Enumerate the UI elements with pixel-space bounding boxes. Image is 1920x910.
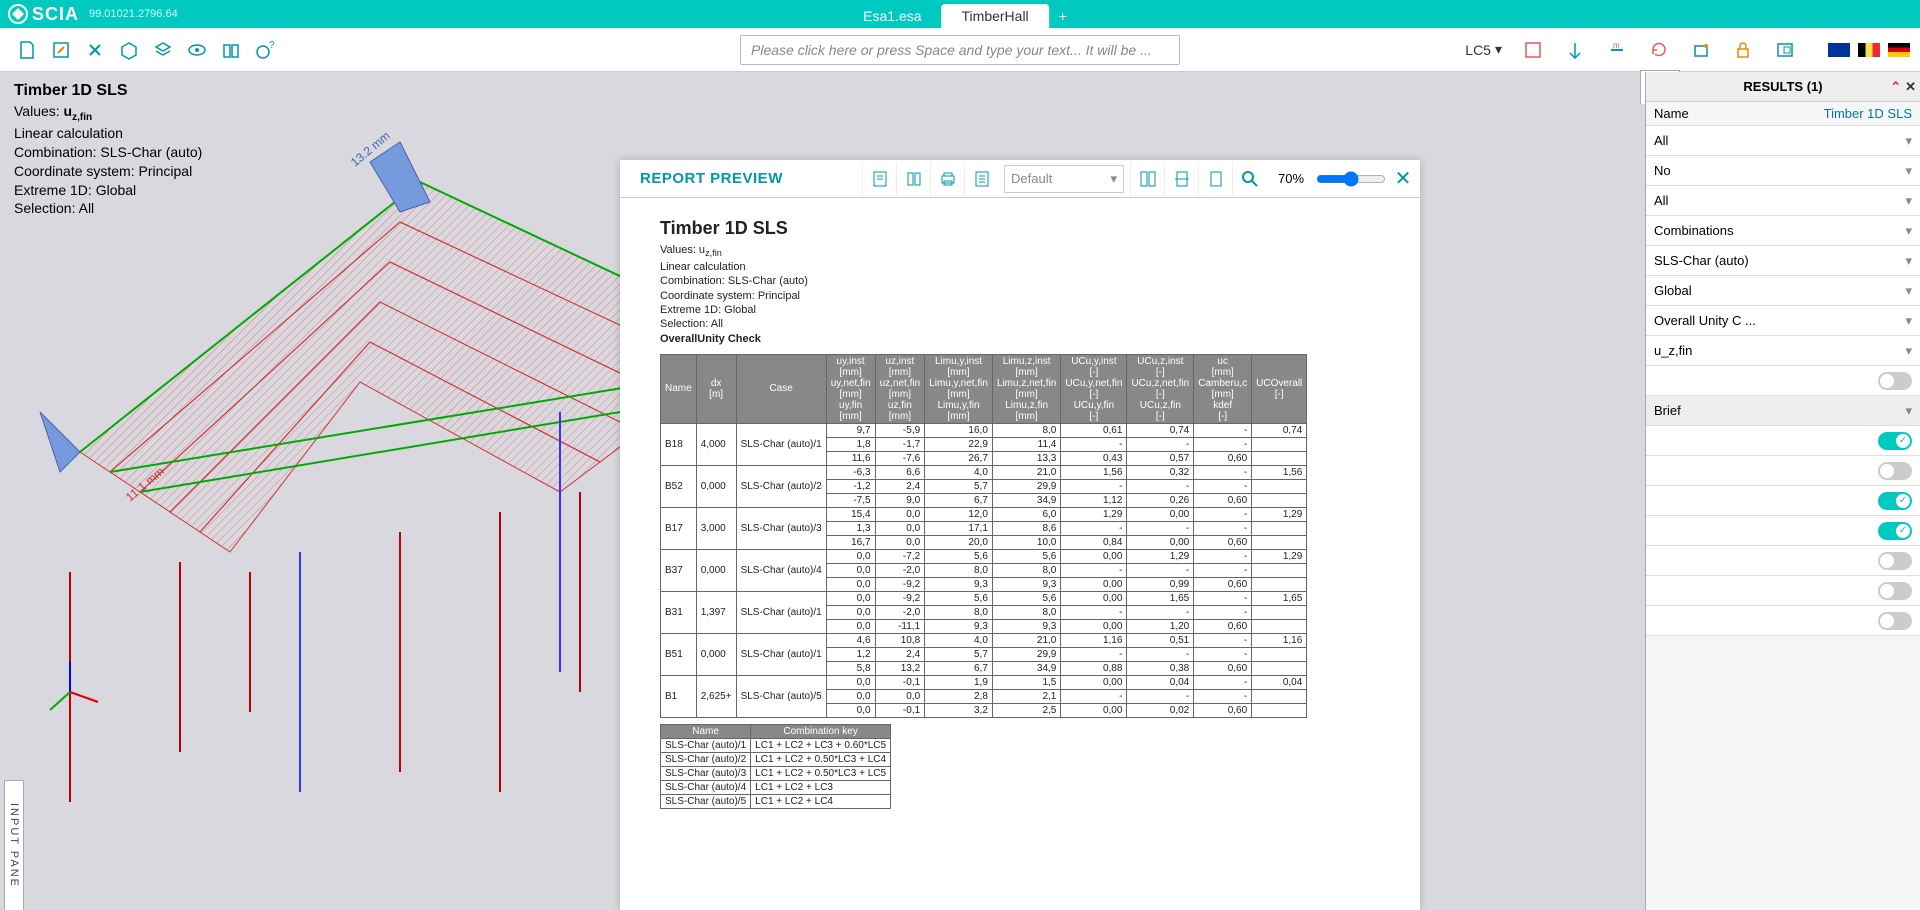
results-header: RESULTS (1) ⌃✕	[1646, 72, 1920, 102]
page-fit-icon[interactable]	[1198, 162, 1232, 196]
box-icon[interactable]	[112, 33, 146, 67]
toggle[interactable]	[1878, 462, 1912, 480]
toggle[interactable]	[1878, 492, 1912, 510]
property-row[interactable]: All▾	[1646, 126, 1920, 156]
combo-table: NameCombination keySLS-Char (auto)/1LC1 …	[660, 724, 891, 809]
toggle[interactable]	[1878, 372, 1912, 390]
property-row[interactable]	[1646, 516, 1920, 546]
property-row[interactable]: Overall Unity C ...▾	[1646, 306, 1920, 336]
overlay-info: Timber 1D SLS Values: uz,fin Linear calc…	[14, 80, 202, 218]
svg-text:m: m	[1613, 41, 1620, 50]
panel-close-icon[interactable]: ✕	[1905, 79, 1916, 95]
close-icon[interactable]: ✕	[1386, 166, 1420, 191]
zoom-icon[interactable]	[1232, 162, 1266, 196]
report-icon-2[interactable]	[896, 162, 930, 196]
property-row[interactable]	[1646, 486, 1920, 516]
overlay-title: Timber 1D SLS	[14, 80, 202, 102]
layers-icon[interactable]	[146, 33, 180, 67]
tools-icon[interactable]	[78, 33, 112, 67]
results-table: Namedx[m]Caseuy,inst[mm]uy,net,fin[mm]uy…	[660, 354, 1307, 718]
flag-eu[interactable]	[1828, 43, 1850, 57]
app-logo: SCIA	[8, 4, 79, 25]
tab-timberhall[interactable]: TimberHall	[942, 4, 1049, 28]
zoom-slider[interactable]	[1316, 171, 1386, 187]
toggle[interactable]	[1878, 552, 1912, 570]
property-row[interactable]	[1646, 546, 1920, 576]
input-panel-tab[interactable]: INPUT PANE	[4, 780, 24, 910]
toggle[interactable]	[1878, 522, 1912, 540]
help-icon[interactable]: ?	[248, 33, 282, 67]
property-row[interactable]: Brief▾	[1646, 396, 1920, 426]
results-name-row: Name Timber 1D SLS	[1646, 102, 1920, 126]
toggle[interactable]	[1878, 612, 1912, 630]
tab-esa1[interactable]: Esa1.esa	[843, 4, 941, 28]
title-bar: SCIA 99.01021.2796.64 Esa1.esa TimberHal…	[0, 0, 1920, 28]
layout-icon[interactable]	[1130, 162, 1164, 196]
property-row[interactable]: No▾	[1646, 156, 1920, 186]
property-row[interactable]: SLS-Char (auto)▾	[1646, 246, 1920, 276]
doc-title: Timber 1D SLS	[660, 218, 1380, 239]
report-icon-4[interactable]	[964, 162, 998, 196]
tab-add[interactable]: +	[1049, 4, 1077, 28]
toggle[interactable]	[1878, 582, 1912, 600]
property-row[interactable]	[1646, 456, 1920, 486]
property-row[interactable]: Combinations▾	[1646, 216, 1920, 246]
main-toolbar: ? Please click here or press Space and t…	[0, 28, 1920, 72]
new-file-icon[interactable]	[10, 33, 44, 67]
property-row[interactable]	[1646, 366, 1920, 396]
page-width-icon[interactable]	[1164, 162, 1198, 196]
app-version: 99.01021.2796.64	[89, 8, 178, 20]
flag-de[interactable]	[1888, 43, 1910, 57]
tb-icon-3[interactable]: m	[1600, 33, 1634, 67]
property-row[interactable]: All▾	[1646, 186, 1920, 216]
collapse-icon[interactable]: ⌃	[1890, 79, 1901, 95]
edit-icon[interactable]	[44, 33, 78, 67]
tb-icon-2[interactable]	[1558, 33, 1592, 67]
tb-icon-7[interactable]	[1768, 33, 1802, 67]
print-icon[interactable]	[930, 162, 964, 196]
property-row[interactable]: u_z,fin▾	[1646, 336, 1920, 366]
results-panel: RESULTS (1) ⌃✕ Name Timber 1D SLS All▾No…	[1645, 72, 1920, 910]
toggle[interactable]	[1878, 432, 1912, 450]
report-preview-panel: REPORT PREVIEW Default▾ 70% ✕ Timber 1D …	[620, 160, 1420, 910]
flag-be[interactable]	[1858, 43, 1880, 57]
report-title: REPORT PREVIEW	[620, 170, 803, 187]
refresh-icon[interactable]	[1642, 33, 1676, 67]
tb-icon-5[interactable]	[1684, 33, 1718, 67]
property-row[interactable]	[1646, 606, 1920, 636]
property-row[interactable]	[1646, 576, 1920, 606]
report-body[interactable]: Timber 1D SLS Values: uz,fin Linear calc…	[620, 198, 1420, 910]
main-area: 13.2 mm 11.1 mm Timber 1D SLS Values: uz…	[0, 72, 1920, 910]
report-icon-1[interactable]	[862, 162, 896, 196]
book-icon[interactable]	[214, 33, 248, 67]
lock-icon[interactable]	[1726, 33, 1760, 67]
zoom-value: 70%	[1266, 171, 1316, 186]
document-tabs: Esa1.esa TimberHall +	[843, 0, 1077, 28]
property-row[interactable]	[1646, 426, 1920, 456]
property-row[interactable]: Global▾	[1646, 276, 1920, 306]
template-select[interactable]: Default▾	[1004, 165, 1124, 193]
svg-text:?: ?	[269, 40, 275, 51]
command-input[interactable]: Please click here or press Space and typ…	[740, 35, 1180, 65]
loadcase-select[interactable]: LC5▾	[1459, 39, 1508, 60]
tb-icon-1[interactable]	[1516, 33, 1550, 67]
eye-icon[interactable]	[180, 33, 214, 67]
